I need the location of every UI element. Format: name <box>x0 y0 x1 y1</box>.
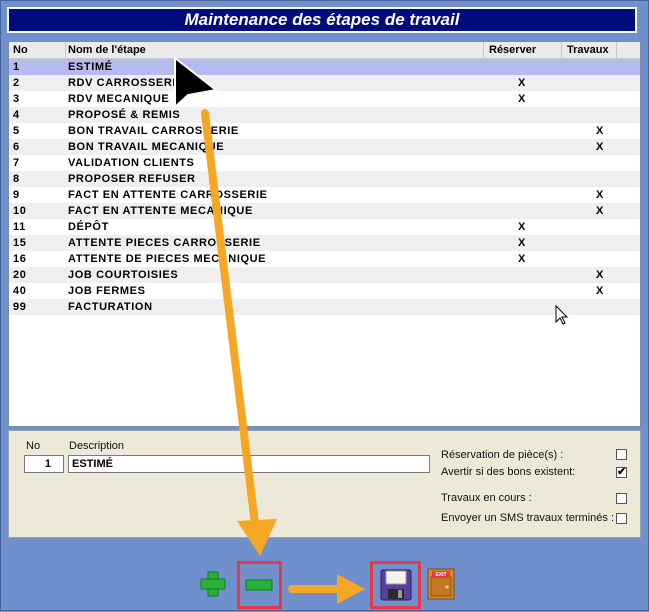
exit-door-icon: EXIT <box>427 568 455 600</box>
row-no: 10 <box>13 205 27 217</box>
table-row[interactable]: 4 PROPOSÉ & REMIS <box>9 107 640 123</box>
row-name: FACTURATION <box>68 301 153 313</box>
option-label-sms: Envoyer un SMS travaux terminés : <box>441 512 615 524</box>
row-no: 16 <box>13 253 27 265</box>
row-name: RDV CARROSSERIE <box>68 77 184 89</box>
row-no: 11 <box>13 221 26 233</box>
table-row[interactable]: 9 FACT EN ATTENTE CARROSSERIE X <box>9 187 640 203</box>
table-row[interactable]: 7 VALIDATION CLIENTS <box>9 155 640 171</box>
row-name: ESTIMÉ <box>68 61 113 73</box>
floppy-disk-icon <box>380 569 412 601</box>
no-label: No <box>26 440 41 452</box>
option-label-works: Travaux en cours : <box>441 492 532 504</box>
table-row[interactable]: 3 RDV MECANIQUE X <box>9 91 640 107</box>
row-no: 9 <box>13 189 20 201</box>
column-header-works[interactable]: Travaux <box>567 44 609 56</box>
row-no: 15 <box>13 237 27 249</box>
row-name: ATTENTE PIECES CARROSSERIE <box>68 237 261 249</box>
row-name: JOB COURTOISIES <box>68 269 179 281</box>
exit-sign-text: EXIT <box>435 572 446 578</box>
description-field[interactable]: ESTIMÉ <box>68 455 430 473</box>
add-button[interactable] <box>197 568 229 600</box>
option-label-warn: Avertir si des bons existent: <box>441 466 576 478</box>
main-window: Maintenance des étapes de travail No Nom… <box>0 0 649 611</box>
minus-icon <box>245 579 273 591</box>
row-name: FACT EN ATTENTE CARROSSERIE <box>68 189 268 201</box>
table-row[interactable]: 16 ATTENTE DE PIECES MECANIQUE X <box>9 251 640 267</box>
row-reserve-mark: X <box>518 221 526 233</box>
row-no: 20 <box>13 269 27 281</box>
table-row[interactable]: 1 ESTIMÉ <box>9 59 640 75</box>
steps-grid[interactable]: No Nom de l'étape Réserver Travaux 1 ESTI… <box>8 41 641 427</box>
row-reserve-mark: X <box>518 77 526 89</box>
row-works-mark: X <box>596 205 604 217</box>
row-no: 99 <box>13 301 27 313</box>
row-name: VALIDATION CLIENTS <box>68 157 195 169</box>
table-row[interactable]: 10 FACT EN ATTENTE MECANIQUE X <box>9 203 640 219</box>
table-row[interactable]: 99 FACTURATION <box>9 299 640 315</box>
row-works-mark: X <box>596 189 604 201</box>
table-row[interactable]: 11 DÉPÔT X <box>9 219 640 235</box>
row-no: 1 <box>13 61 20 73</box>
warn-checkbox[interactable]: ✔ <box>616 467 627 478</box>
row-no: 8 <box>13 173 20 185</box>
table-row[interactable]: 6 BON TRAVAIL MECANIQUE X <box>9 139 640 155</box>
right-arrow-head <box>337 574 365 604</box>
exit-button[interactable]: EXIT <box>425 567 457 601</box>
check-mark-icon: ✔ <box>617 466 627 478</box>
row-no: 4 <box>13 109 20 121</box>
sms-checkbox[interactable] <box>616 513 627 524</box>
table-row[interactable]: 40 JOB FERMES X <box>9 283 640 299</box>
table-row[interactable]: 2 RDV CARROSSERIE X <box>9 75 640 91</box>
row-name: FACT EN ATTENTE MECANIQUE <box>68 205 253 217</box>
option-label-reservation: Réservation de pièce(s) : <box>441 449 564 461</box>
row-name: PROPOSER REFUSER <box>68 173 196 185</box>
no-field[interactable]: 1 <box>24 455 64 473</box>
works-checkbox[interactable] <box>616 493 627 504</box>
row-no: 5 <box>13 125 20 137</box>
column-header-name[interactable]: Nom de l'étape <box>68 44 146 56</box>
row-no: 6 <box>13 141 20 153</box>
row-no: 40 <box>13 285 27 297</box>
plus-icon <box>200 571 226 597</box>
reservation-checkbox[interactable] <box>616 449 627 460</box>
window-title: Maintenance des étapes de travail <box>7 7 637 33</box>
row-name: BON TRAVAIL CARROSSERIE <box>68 125 239 137</box>
row-name: RDV MECANIQUE <box>68 93 170 105</box>
row-reserve-mark: X <box>518 237 526 249</box>
save-button[interactable] <box>378 567 414 603</box>
column-header-reserve[interactable]: Réserver <box>489 44 536 56</box>
row-reserve-mark: X <box>518 93 526 105</box>
row-name: PROPOSÉ & REMIS <box>68 109 181 121</box>
description-label: Description <box>69 440 125 452</box>
row-name: DÉPÔT <box>68 221 109 233</box>
row-no: 3 <box>13 93 20 105</box>
row-no: 2 <box>13 77 20 89</box>
row-works-mark: X <box>596 285 604 297</box>
grid-header: No Nom de l'étape Réserver Travaux <box>9 42 640 59</box>
table-row[interactable]: 20 JOB COURTOISIES X <box>9 267 640 283</box>
row-name: BON TRAVAIL MECANIQUE <box>68 141 225 153</box>
table-row[interactable]: 15 ATTENTE PIECES CARROSSERIE X <box>9 235 640 251</box>
detail-panel: No 1 Description ESTIMÉ Réservation de p… <box>8 430 641 538</box>
row-works-mark: X <box>596 125 604 137</box>
row-no: 7 <box>13 157 20 169</box>
row-works-mark: X <box>596 269 604 281</box>
row-name: JOB FERMES <box>68 285 146 297</box>
delete-button[interactable] <box>243 569 275 601</box>
table-row[interactable]: 5 BON TRAVAIL CARROSSERIE X <box>9 123 640 139</box>
table-row[interactable]: 8 PROPOSER REFUSER <box>9 171 640 187</box>
row-works-mark: X <box>596 141 604 153</box>
row-name: ATTENTE DE PIECES MECANIQUE <box>68 253 267 265</box>
row-reserve-mark: X <box>518 253 526 265</box>
column-header-no[interactable]: No <box>13 44 28 56</box>
